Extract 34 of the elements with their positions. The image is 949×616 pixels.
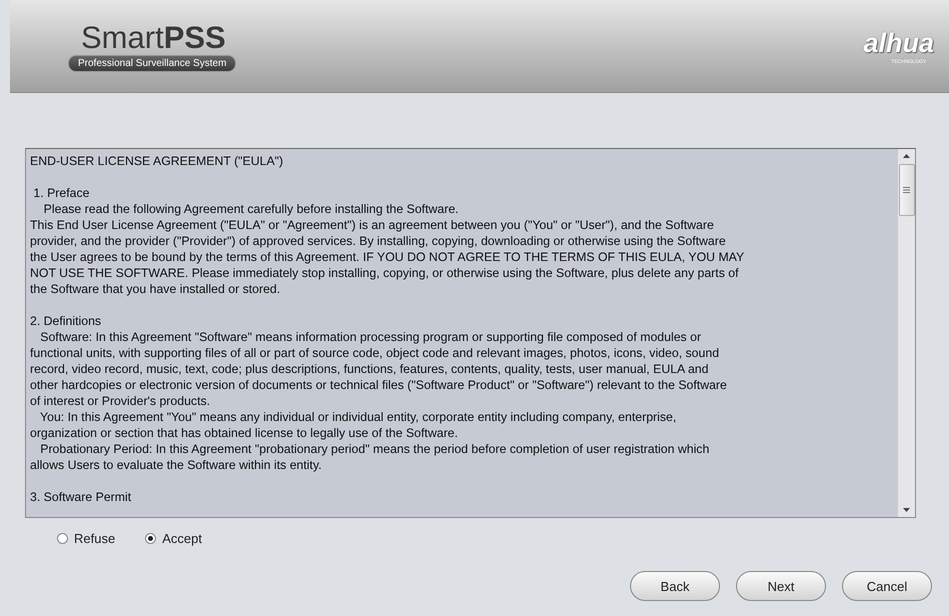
dialog-button[interactable]: Cancel	[842, 571, 932, 601]
radio-button[interactable]	[57, 533, 68, 544]
scrollbar[interactable]	[898, 149, 915, 517]
scroll-up-icon[interactable]	[903, 154, 910, 158]
license-text-line: of interest or Provider's products.	[30, 393, 212, 409]
license-text-line: allows Users to evaluate the Software within its entity.	[30, 457, 323, 473]
license-text-line: other hardcopies or electronic version of documents or technical files ("Software Product" or "Software") relevant to the Software	[30, 377, 728, 393]
license-text-line: record, video record, music, text, code; plus descriptions, functions, features, contents, quality, tests, user manual, EULA and	[30, 361, 710, 377]
license-text-line: 2. Definitions	[30, 313, 102, 329]
license-text-line: 1. Preface	[32, 185, 90, 201]
dialog-button[interactable]: Next	[736, 571, 826, 601]
scroll-thumb[interactable]	[898, 164, 914, 216]
license-text-line: the Software that you have installed or stored.	[30, 281, 282, 297]
product-name: SmartPSS	[80, 20, 226, 54]
dialog-button[interactable]: Back	[630, 571, 720, 601]
license-text-line: organization or section that has obtained license to legally use of the Software.	[30, 425, 459, 441]
license-text-line: Software: In this Agreement "Software" means information processing program or supporting file composed of modules or	[39, 329, 702, 345]
license-text-line: Probationary Period: In this Agreement "probationary period" means the period before completion of user registration which	[39, 441, 710, 457]
license-text-line: NOT USE THE SOFTWARE. Please immediately stop installing, copying, or otherwise using the Software, plus delete any parts of	[30, 265, 740, 281]
license-text-line: provider, and the provider ("Provider") of approved services. By installing, copying, downloading or otherwise using the Software	[30, 233, 727, 249]
license-text-area[interactable]	[25, 148, 916, 518]
radio-label[interactable]: Accept	[162, 531, 202, 546]
product-tagline: Professional Surveillance System	[68, 54, 236, 72]
radio-button[interactable]	[145, 533, 156, 544]
license-text-line: Please read the following Agreement carefully before installing the Software.	[42, 201, 460, 217]
license-text-line: 3. Software Permit	[30, 489, 132, 505]
vendor-logo: alhua	[863, 28, 934, 58]
license-text-line: functional units, with supporting files of all or part of source code, object code and relevant images, photos, icons, video, sound	[30, 345, 720, 361]
license-text-line: You: In this Agreement "You" means any individual or individual entity, corporate entity including company, enterprise,	[39, 409, 678, 425]
scroll-down-icon[interactable]	[903, 508, 910, 512]
radio-label[interactable]: Refuse	[74, 531, 116, 546]
license-text-line: This End User License Agreement ("EULA" or "Agreement") is an agreement between you ("You" or "User"), and the Software	[30, 217, 715, 233]
license-text-line: END-USER LICENSE AGREEMENT ("EULA")	[30, 153, 284, 169]
license-text-line: the User agrees to be bound by the terms of this Agreement. IF YOU DO NOT AGREE TO THE TERMS OF THIS EULA, YOU MAY	[30, 249, 746, 265]
